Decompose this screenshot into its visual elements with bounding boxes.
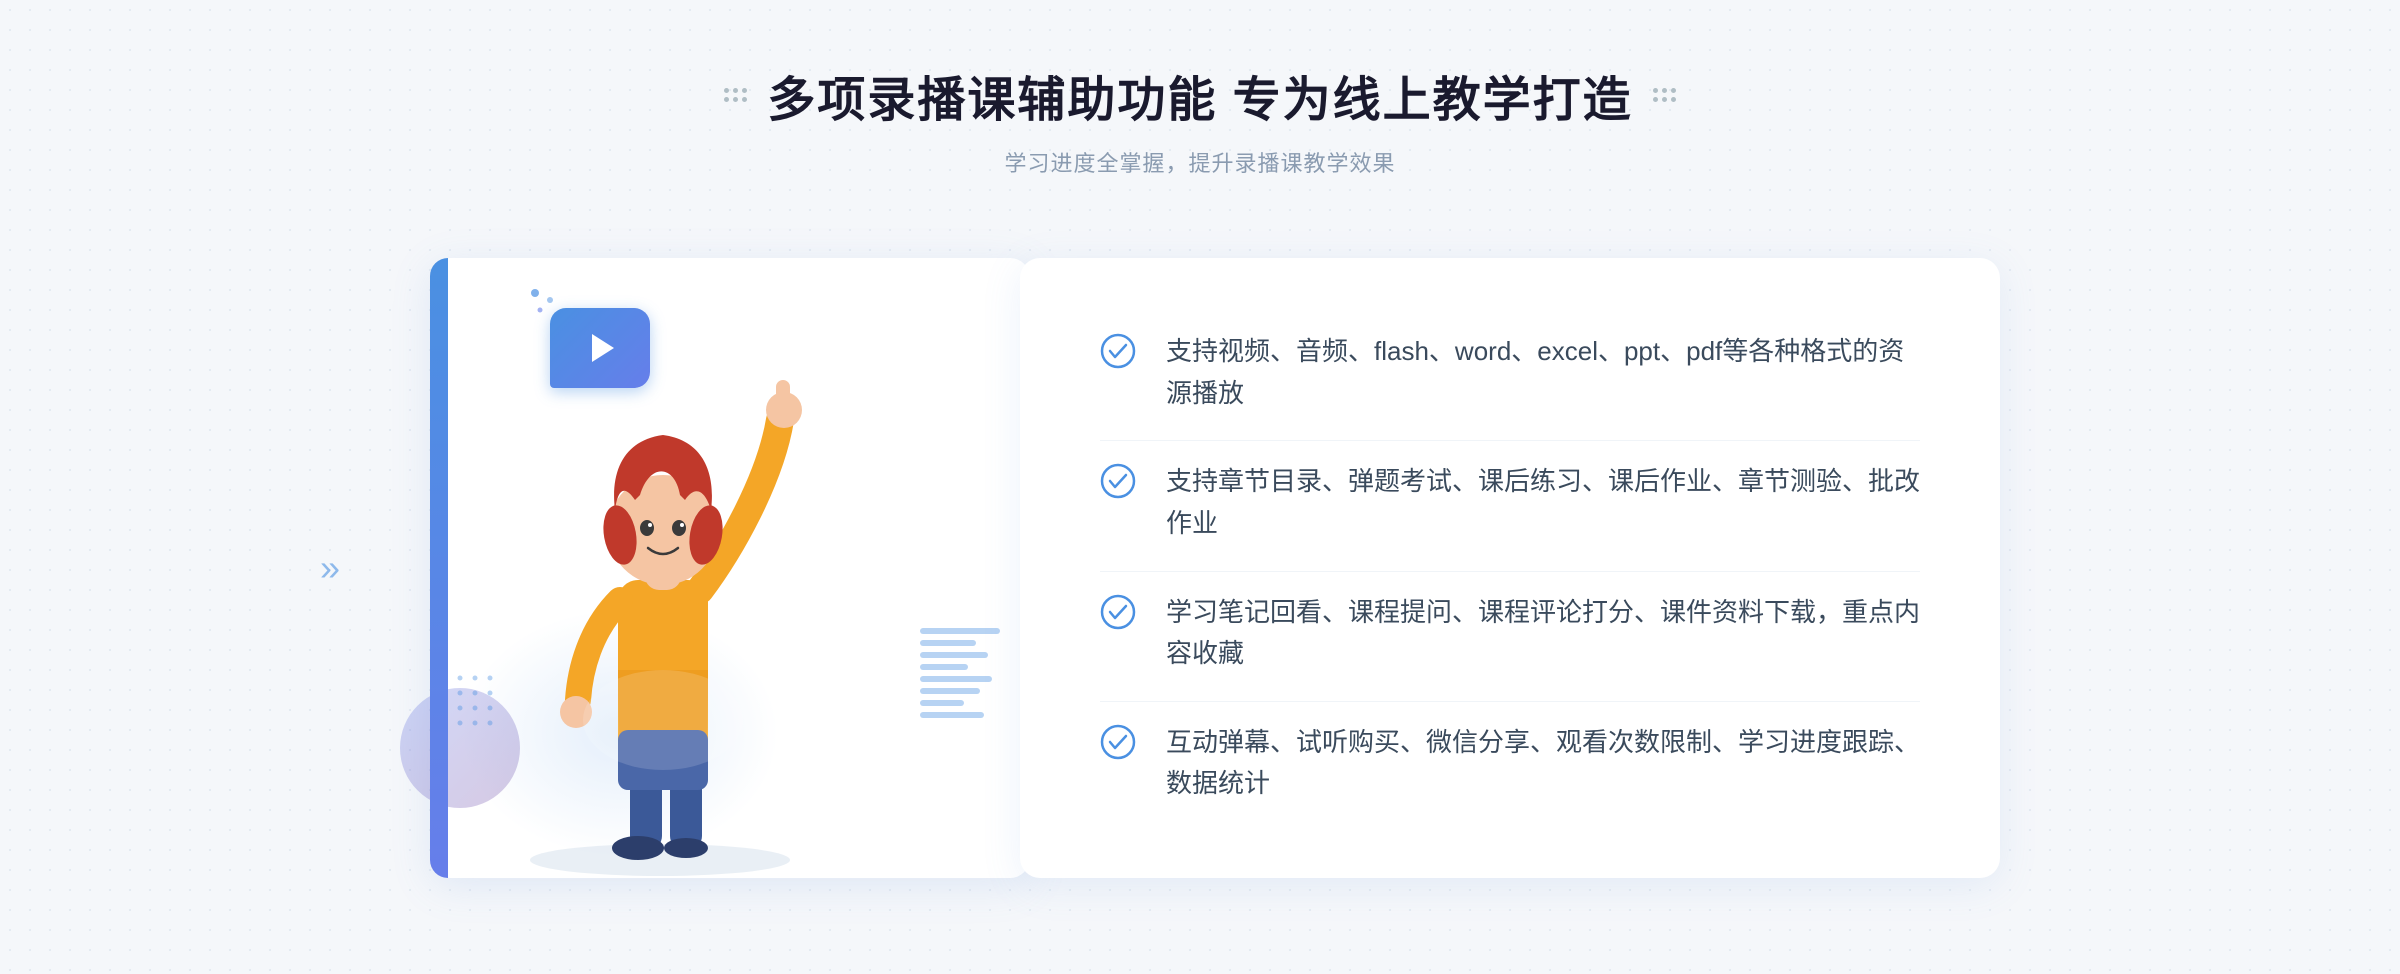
dot — [1671, 88, 1676, 93]
dot — [1653, 88, 1658, 93]
illustration-area — [400, 228, 1020, 908]
check-circle-icon-4 — [1100, 724, 1136, 760]
header-decorators: 多项录播课辅助功能 专为线上教学打造 — [724, 60, 1675, 130]
dot — [733, 88, 738, 93]
feature-text-1: 支持视频、音频、flash、word、excel、ppt、pdf等各种格式的资源… — [1166, 331, 1920, 414]
feature-text-3: 学习笔记回看、课程提问、课程评论打分、课件资料下载，重点内容收藏 — [1166, 592, 1920, 675]
check-circle-icon-1 — [1100, 333, 1136, 369]
dot — [724, 88, 729, 93]
person-illustration — [470, 300, 850, 880]
feature-text-2: 支持章节目录、弹题考试、课后练习、课后作业、章节测验、批改作业 — [1166, 461, 1920, 544]
left-decorator-dots — [724, 88, 747, 102]
check-circle-icon-2 — [1100, 463, 1136, 499]
dot — [733, 97, 738, 102]
features-area: 支持视频、音频、flash、word、excel、ppt、pdf等各种格式的资源… — [1020, 258, 2000, 878]
dot — [724, 97, 729, 102]
blue-sidebar-accent — [430, 258, 448, 878]
header-section: 多项录播课辅助功能 专为线上教学打造 学习进度全掌握，提升录播课教学效果 — [724, 0, 1675, 178]
dot — [742, 88, 747, 93]
feature-item-4: 互动弹幕、试听购买、微信分享、观看次数限制、学习进度跟踪、数据统计 — [1100, 701, 1920, 825]
dot — [742, 97, 747, 102]
subtitle: 学习进度全掌握，提升录播课教学效果 — [724, 146, 1675, 178]
page-wrapper: 多项录播课辅助功能 专为线上教学打造 学习进度全掌握，提升录播课教学效果 » — [0, 0, 2400, 974]
check-circle-icon-3 — [1100, 594, 1136, 630]
feature-item-2: 支持章节目录、弹题考试、课后练习、课后作业、章节测验、批改作业 — [1100, 440, 1920, 564]
dot — [1671, 97, 1676, 102]
dot — [1662, 88, 1667, 93]
right-decorator-dots — [1653, 88, 1676, 102]
dot — [1662, 97, 1667, 102]
main-title: 多项录播课辅助功能 专为线上教学打造 — [767, 60, 1632, 130]
stripe-decoration — [920, 628, 1000, 728]
content-section: » — [400, 228, 2000, 908]
feature-item-3: 学习笔记回看、课程提问、课程评论打分、课件资料下载，重点内容收藏 — [1100, 571, 1920, 695]
feature-text-4: 互动弹幕、试听购买、微信分享、观看次数限制、学习进度跟踪、数据统计 — [1166, 722, 1920, 805]
feature-item-1: 支持视频、音频、flash、word、excel、ppt、pdf等各种格式的资源… — [1100, 311, 1920, 434]
left-arrow-decoration: » — [320, 547, 340, 589]
dot — [1653, 97, 1658, 102]
